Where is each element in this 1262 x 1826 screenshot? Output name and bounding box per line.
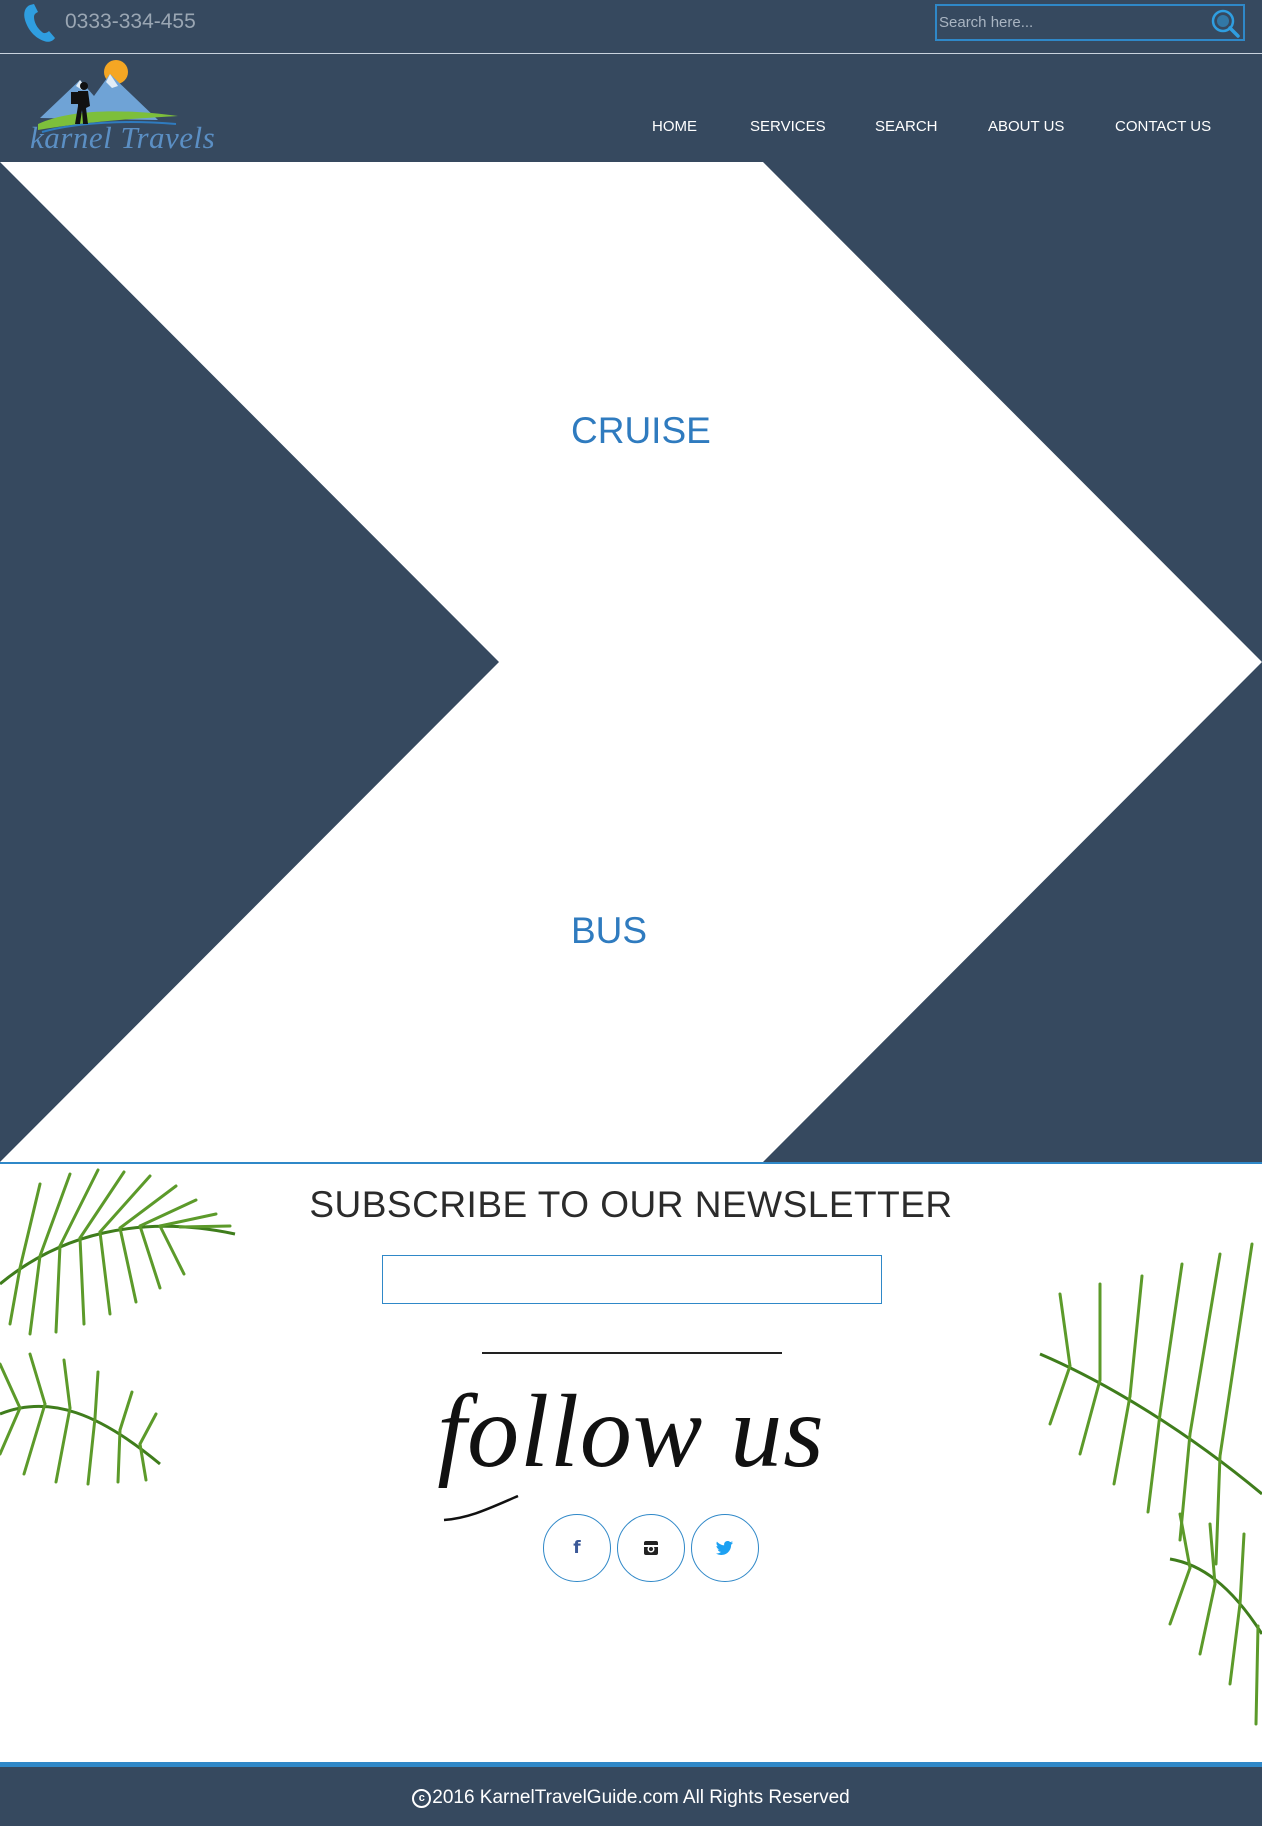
search-input[interactable]: [937, 6, 1207, 39]
phone-number: 0333-334-455: [65, 10, 196, 33]
section-divider: [482, 1352, 782, 1354]
instagram-icon: [618, 1515, 684, 1581]
globe-search-icon[interactable]: [1210, 8, 1240, 38]
service-link-cruise[interactable]: CRUISE: [571, 410, 711, 452]
main-navbar: karnel Travels HOME SERVICES SEARCH ABOU…: [0, 54, 1262, 162]
service-link-bus[interactable]: BUS: [571, 910, 647, 952]
nav-search[interactable]: SEARCH: [875, 118, 938, 135]
facebook-button[interactable]: f: [543, 1514, 611, 1582]
top-bar: 0333-334-455: [0, 0, 1262, 54]
newsletter-title: SUBSCRIBE TO OUR NEWSLETTER: [309, 1184, 953, 1225]
footer: c 2016 KarnelTravelGuide.com All Rights R…: [0, 1762, 1262, 1826]
facebook-icon: f: [573, 1538, 581, 1558]
nav-contact-us[interactable]: CONTACT US: [1115, 118, 1211, 135]
newsletter-email-input[interactable]: [382, 1255, 882, 1304]
hero-chevron-section: CRUISE BUS: [0, 162, 1262, 1162]
chevron-shape: [0, 162, 1262, 1162]
twitter-icon: [692, 1515, 758, 1581]
logo-text: karnel Travels: [30, 120, 216, 155]
phone-icon: [24, 4, 55, 42]
search-box[interactable]: [935, 4, 1245, 41]
newsletter-section: SUBSCRIBE TO OUR NEWSLETTER follow us f: [0, 1162, 1262, 1762]
copyright-symbol: c: [412, 1789, 432, 1808]
follow-swash-decoration: [443, 1494, 519, 1522]
follow-us-title: follow us: [437, 1374, 825, 1489]
twitter-button[interactable]: [691, 1514, 759, 1582]
footer-copyright: c 2016 KarnelTravelGuide.com All Rights R…: [0, 1787, 1262, 1809]
copyright-text: 2016 KarnelTravelGuide.com All Rights Re…: [432, 1787, 850, 1808]
nav-home[interactable]: HOME: [652, 118, 697, 135]
nav-about-us[interactable]: ABOUT US: [988, 118, 1064, 135]
nav-services[interactable]: SERVICES: [750, 118, 826, 135]
instagram-button[interactable]: [617, 1514, 685, 1582]
